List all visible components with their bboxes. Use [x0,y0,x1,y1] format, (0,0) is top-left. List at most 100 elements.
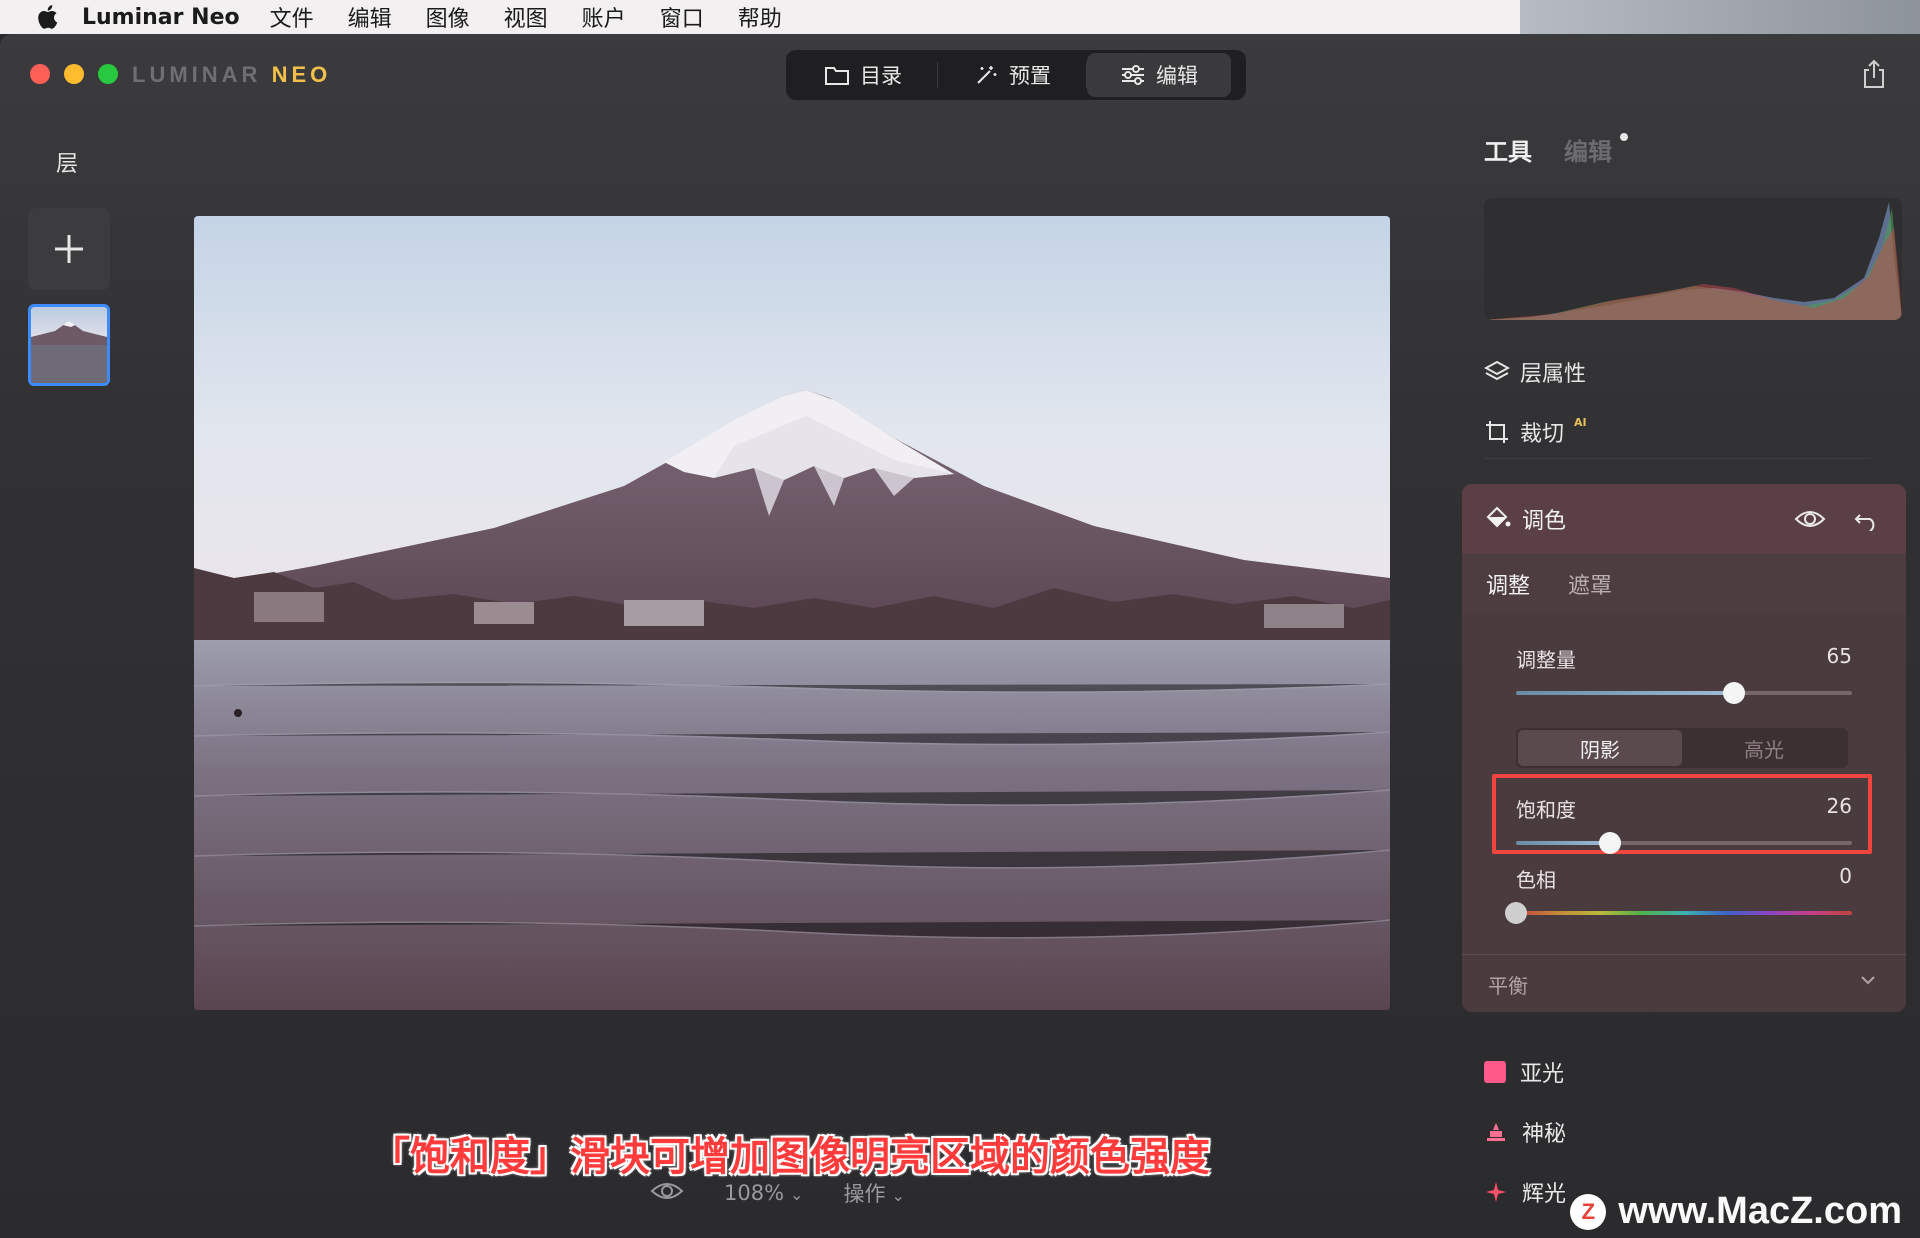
undo-icon[interactable] [1852,507,1884,531]
chevron-down-icon: ⌄ [790,1185,804,1204]
eye-icon[interactable] [1794,507,1826,531]
watermark: Z www.MacZ.com [1570,1190,1902,1233]
apple-icon[interactable] [30,0,64,34]
segment-shadows[interactable]: 阴影 [1518,730,1682,766]
glow-tool[interactable]: 辉光 [1484,1176,1566,1208]
saturation-fill [1516,841,1611,845]
hue-track[interactable] [1505,902,1852,924]
magic-wand-icon [977,66,997,84]
amount-slider[interactable]: 调整量 65 [1516,644,1852,704]
edits-indicator-dot [1620,133,1628,141]
watermark-text: www.MacZ.com [1618,1190,1902,1232]
mystical-label: 神秘 [1522,1122,1567,1147]
amount-value: 65 [1826,644,1852,668]
actions-dropdown[interactable]: 操作 ⌄ [843,1178,904,1208]
tutorial-caption: 「饱和度」滑块可增加图像明亮区域的颜色强度 [370,1134,1210,1180]
folder-icon [825,67,849,85]
tab-mask[interactable]: 遮罩 [1568,568,1612,600]
glow-label: 辉光 [1522,1182,1567,1207]
window-controls [30,64,118,84]
matte-icon [1484,1061,1506,1083]
saturation-track[interactable] [1516,832,1852,854]
app-menu[interactable]: Luminar Neo [82,5,240,30]
sliders-icon [1122,65,1144,85]
zoom-value: 108% [724,1181,785,1205]
amount-track[interactable] [1516,682,1852,704]
matte-label: 亚光 [1520,1062,1565,1087]
color-tool-header[interactable]: 调色 [1462,484,1906,554]
layers-title: 层 [56,152,79,177]
hue-slider-labels: 色相 0 [1516,864,1852,893]
layer-thumbnail[interactable] [28,304,110,386]
menu-help[interactable]: 帮助 [738,1,782,33]
chevron-down-icon[interactable] [1858,970,1878,990]
tab-catalog-label: 目录 [860,64,902,88]
divider [1462,954,1906,955]
amount-thumb[interactable] [1723,682,1746,704]
layer-thumbnail-image [31,307,107,383]
zoom-button[interactable] [98,64,118,84]
crop-icon [1486,421,1508,443]
color-tool-tabs: 调整 遮罩 [1462,554,1906,614]
tab-edit-label: 编辑 [1156,64,1198,88]
color-tool-title: 调色 [1522,509,1567,534]
minimize-button[interactable] [64,64,84,84]
tab-presets[interactable]: 预置 [938,53,1086,97]
menu-account[interactable]: 账户 [582,1,626,33]
shadows-highlights-toggle: 阴影 高光 [1516,728,1848,768]
layers-icon [1484,360,1510,381]
mystical-tool[interactable]: 神秘 [1484,1116,1566,1148]
eye-icon [650,1182,684,1199]
amount-label: 调整量 [1516,648,1576,672]
photo-canvas[interactable] [194,216,1390,1010]
saturation-label: 饱和度 [1516,798,1576,822]
plus-icon [55,235,83,263]
menu-bar: Luminar Neo 文件 编辑 图像 视图 账户 窗口 帮助 [0,0,1920,34]
tab-tools[interactable]: 工具 [1484,132,1532,167]
hue-value: 0 [1839,864,1852,888]
balance-section[interactable]: 平衡 [1488,970,1528,999]
matte-tool[interactable]: 亚光 [1484,1056,1564,1088]
mystical-icon [1487,1123,1505,1141]
close-button[interactable] [30,64,50,84]
menu-view[interactable]: 视图 [504,1,548,33]
saturation-slider[interactable]: 饱和度 26 [1516,794,1852,854]
sparkle-icon [1486,1182,1506,1202]
amount-slider-labels: 调整量 65 [1516,644,1852,673]
add-layer-button[interactable] [28,208,110,290]
layer-properties-tool[interactable]: 层属性 [1484,356,1586,388]
view-toolbar: 108% ⌄ 操作 ⌄ [650,1178,905,1208]
actions-label: 操作 [843,1182,886,1206]
hue-thumb[interactable] [1505,902,1527,924]
segment-highlights[interactable]: 高光 [1682,730,1846,766]
divider [1484,458,1870,459]
tab-edit[interactable]: 编辑 [1087,53,1231,97]
mount-fuji-photo [194,216,1390,1010]
color-tool-panel: 调色 调整 遮罩 调整量 65 阴影 高光 饱和度 26 色相 0 平衡 [1462,484,1906,1012]
histogram [1484,198,1902,320]
watermark-logo: Z [1570,1193,1607,1230]
hue-label: 色相 [1516,868,1556,892]
tab-adjust[interactable]: 调整 [1486,568,1530,600]
zoom-dropdown[interactable]: 108% ⌄ [724,1181,803,1205]
saturation-value: 26 [1826,794,1852,818]
crop-tool[interactable]: 裁切 AI [1484,416,1587,448]
hue-slider[interactable]: 色相 0 [1505,864,1852,924]
tab-catalog[interactable]: 目录 [789,53,937,97]
tab-edits[interactable]: 编辑 [1564,132,1612,167]
saturation-thumb[interactable] [1599,832,1622,854]
saturation-slider-labels: 饱和度 26 [1516,794,1852,823]
menu-edit[interactable]: 编辑 [348,1,392,33]
amount-fill [1516,691,1735,695]
ai-badge: AI [1574,415,1587,429]
menu-window[interactable]: 窗口 [660,1,704,33]
menu-image[interactable]: 图像 [426,1,470,33]
app-window: LUMINAR NEO 目录 预置 编辑 层 「饱和度」滑块可增加图像明亮区域的… [0,34,1920,1238]
app-logo: LUMINAR NEO [132,62,331,88]
preview-toggle[interactable] [650,1180,684,1207]
histogram-graph [1484,202,1902,320]
menu-file[interactable]: 文件 [270,1,314,33]
logo-neo-text: NEO [271,62,332,87]
share-icon[interactable] [1860,58,1888,90]
logo-text: LUMINAR [132,62,262,87]
